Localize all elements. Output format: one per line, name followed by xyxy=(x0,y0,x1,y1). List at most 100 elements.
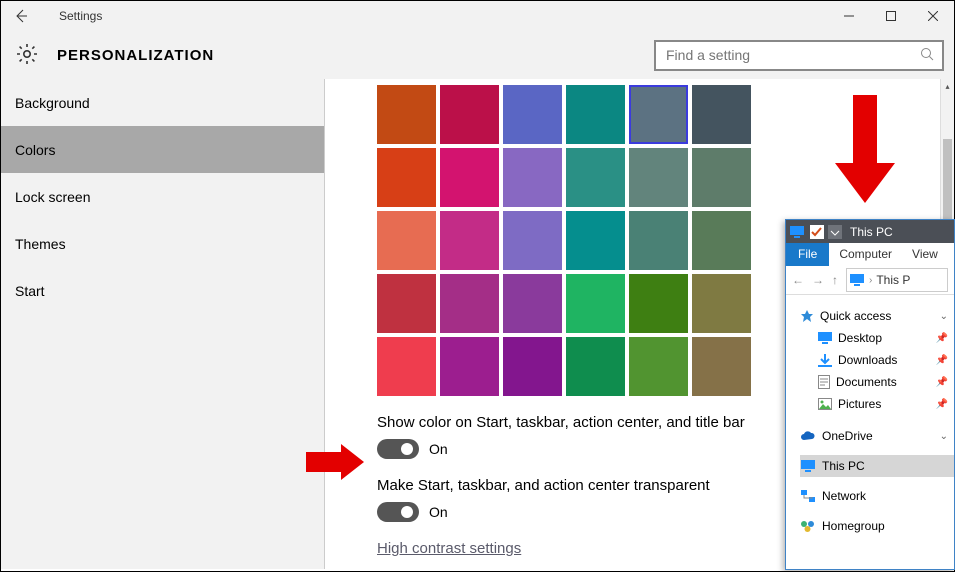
pin-icon: 📌 xyxy=(936,399,948,410)
color-swatch[interactable] xyxy=(377,337,436,396)
header: PERSONALIZATION xyxy=(1,31,954,79)
color-swatch[interactable] xyxy=(377,274,436,333)
sidebar-item-lockscreen[interactable]: Lock screen xyxy=(1,173,324,220)
explorer-tab-computer[interactable]: Computer xyxy=(829,243,902,266)
explorer-tab-view[interactable]: View xyxy=(902,243,948,266)
maximize-button[interactable] xyxy=(870,1,912,31)
gear-icon xyxy=(15,42,39,69)
color-swatch[interactable] xyxy=(566,274,625,333)
back-button[interactable] xyxy=(1,1,41,31)
explorer-file-tab[interactable]: File xyxy=(786,243,829,266)
pin-icon: 📌 xyxy=(936,333,948,344)
sidebar-item-background[interactable]: Background xyxy=(1,79,324,126)
tree-network[interactable]: Network xyxy=(800,485,954,507)
toggle1-value: On xyxy=(429,441,448,457)
color-swatch[interactable] xyxy=(440,337,499,396)
check-icon xyxy=(809,224,825,240)
color-swatch[interactable] xyxy=(377,85,436,144)
color-swatch[interactable] xyxy=(629,337,688,396)
monitor-icon xyxy=(787,224,807,240)
color-swatch[interactable] xyxy=(503,148,562,207)
color-swatch[interactable] xyxy=(566,85,625,144)
tree-desktop[interactable]: Desktop 📌 xyxy=(818,327,954,349)
color-swatch[interactable] xyxy=(629,148,688,207)
search-icon xyxy=(920,47,934,64)
tree-label: OneDrive xyxy=(822,429,934,443)
tree-label: Pictures xyxy=(838,397,930,411)
color-swatch[interactable] xyxy=(503,337,562,396)
monitor-icon xyxy=(849,273,865,287)
explorer-address-text: This P xyxy=(876,273,910,287)
cloud-icon xyxy=(800,430,816,442)
dropdown-icon[interactable] xyxy=(827,224,843,240)
tree-label: Desktop xyxy=(838,331,930,345)
scroll-up-button[interactable]: ▴ xyxy=(941,79,954,93)
sidebar-item-label: Themes xyxy=(15,236,66,252)
color-swatch[interactable] xyxy=(629,211,688,270)
desktop-icon xyxy=(818,332,832,344)
explorer-tree: Quick access ⌄ Desktop 📌 Downloads📌 Docum… xyxy=(786,295,954,537)
color-swatch[interactable] xyxy=(503,211,562,270)
color-swatch[interactable] xyxy=(440,211,499,270)
page-heading: PERSONALIZATION xyxy=(57,47,214,64)
toggle-knob xyxy=(401,506,413,518)
nav-back-icon[interactable]: ← xyxy=(792,273,804,287)
tree-downloads[interactable]: Downloads📌 xyxy=(818,349,954,371)
sidebar-item-start[interactable]: Start xyxy=(1,267,324,314)
color-swatch[interactable] xyxy=(377,148,436,207)
tree-homegroup[interactable]: Homegroup xyxy=(800,515,954,537)
color-swatch[interactable] xyxy=(377,211,436,270)
explorer-address-bar[interactable]: › This P xyxy=(846,268,948,292)
color-swatch[interactable] xyxy=(566,337,625,396)
sidebar-item-label: Background xyxy=(15,95,90,111)
close-button[interactable] xyxy=(912,1,954,31)
toggle-show-color[interactable] xyxy=(377,439,419,459)
chevron-down-icon: ⌄ xyxy=(940,431,948,442)
monitor-icon xyxy=(800,459,816,473)
pin-icon: 📌 xyxy=(936,377,948,388)
color-swatch[interactable] xyxy=(692,337,751,396)
explorer-title: This PC xyxy=(850,225,893,239)
minimize-button[interactable] xyxy=(828,1,870,31)
sidebar-item-colors[interactable]: Colors xyxy=(1,126,324,173)
nav-up-icon[interactable]: ↑ xyxy=(832,273,838,287)
color-swatch[interactable] xyxy=(440,85,499,144)
sidebar-item-label: Start xyxy=(15,283,45,299)
star-icon xyxy=(800,309,814,323)
nav-forward-icon[interactable]: → xyxy=(812,273,824,287)
network-icon xyxy=(800,489,816,503)
color-swatch[interactable] xyxy=(692,211,751,270)
chevron-down-icon: ⌄ xyxy=(940,311,948,322)
color-swatch[interactable] xyxy=(503,274,562,333)
color-swatch[interactable] xyxy=(566,148,625,207)
color-swatch[interactable] xyxy=(692,274,751,333)
tree-label: Network xyxy=(822,489,948,503)
sidebar-item-themes[interactable]: Themes xyxy=(1,220,324,267)
tree-quick-access[interactable]: Quick access ⌄ xyxy=(800,305,954,327)
tree-this-pc[interactable]: This PC xyxy=(800,455,954,477)
tree-documents[interactable]: Documents📌 xyxy=(818,371,954,393)
color-swatch[interactable] xyxy=(692,85,751,144)
explorer-ribbon: File Computer View xyxy=(786,243,954,266)
window-title: Settings xyxy=(59,9,102,23)
color-swatch[interactable] xyxy=(629,274,688,333)
explorer-window: This PC File Computer View ← → ↑ › This … xyxy=(785,219,955,570)
search-input[interactable] xyxy=(664,46,920,64)
sidebar-item-label: Colors xyxy=(15,142,55,158)
color-swatch[interactable] xyxy=(629,85,688,144)
color-swatch[interactable] xyxy=(440,274,499,333)
color-swatch[interactable] xyxy=(503,85,562,144)
sidebar: Background Colors Lock screen Themes Sta… xyxy=(1,79,325,569)
tree-pictures[interactable]: Pictures 📌 xyxy=(818,393,954,415)
tree-label: Quick access xyxy=(820,309,934,323)
search-box[interactable] xyxy=(654,40,944,71)
color-swatch[interactable] xyxy=(566,211,625,270)
toggle-transparency[interactable] xyxy=(377,502,419,522)
color-swatch[interactable] xyxy=(692,148,751,207)
toggle2-value: On xyxy=(429,504,448,520)
color-swatch[interactable] xyxy=(440,148,499,207)
explorer-navbar: ← → ↑ › This P xyxy=(786,266,954,295)
explorer-titlebar[interactable]: This PC xyxy=(786,220,954,243)
pin-icon: 📌 xyxy=(936,355,948,366)
tree-onedrive[interactable]: OneDrive ⌄ xyxy=(800,425,954,447)
